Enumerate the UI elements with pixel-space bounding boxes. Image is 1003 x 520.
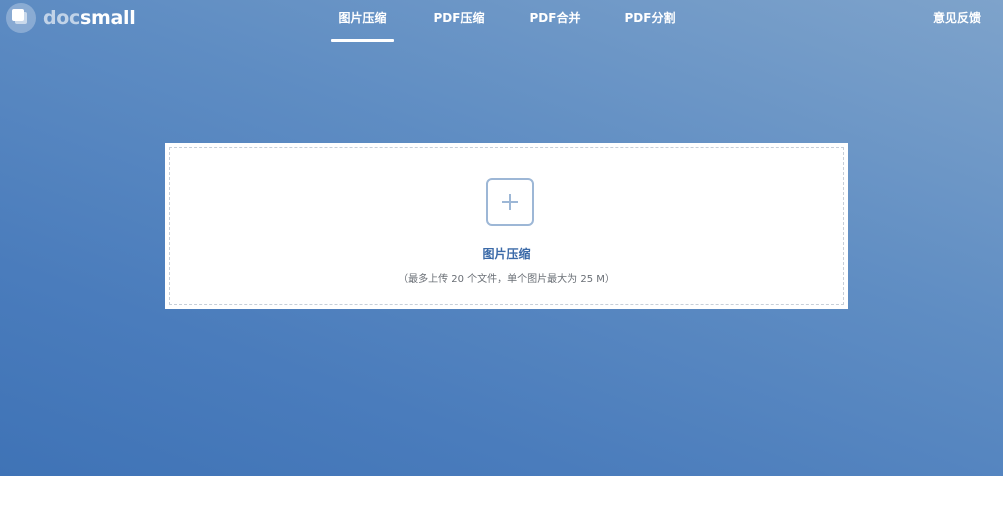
- tab-pdf-merge[interactable]: PDF合并: [526, 0, 584, 44]
- logo[interactable]: docsmall: [6, 3, 136, 33]
- tab-label: PDF压缩: [433, 11, 485, 25]
- plus-icon[interactable]: [486, 178, 534, 226]
- top-navigation-bar: docsmall 图片压缩 PDF压缩 PDF合并 PDF分割 意见反馈: [0, 0, 1003, 44]
- upload-title: 图片压缩: [482, 247, 531, 261]
- logo-text: docsmall: [43, 3, 136, 33]
- tab-label: PDF分割: [624, 11, 676, 25]
- logo-text-doc: doc: [43, 7, 81, 29]
- upload-hint: （最多上传 20 个文件，单个图片最大为 25 M）: [398, 274, 615, 285]
- active-tab-indicator: [331, 39, 394, 42]
- upload-card[interactable]: 图片压缩 （最多上传 20 个文件，单个图片最大为 25 M）: [165, 143, 848, 309]
- tab-label: 图片压缩: [338, 11, 387, 25]
- tab-image-compress[interactable]: 图片压缩: [331, 0, 394, 44]
- tab-label: PDF合并: [529, 11, 581, 25]
- upload-dropzone[interactable]: 图片压缩 （最多上传 20 个文件，单个图片最大为 25 M）: [169, 147, 844, 305]
- tab-pdf-compress[interactable]: PDF压缩: [430, 0, 488, 44]
- logo-text-small: small: [80, 7, 136, 29]
- logo-icon: [6, 3, 36, 33]
- tab-pdf-split[interactable]: PDF分割: [621, 0, 679, 44]
- feedback-link[interactable]: 意见反馈: [933, 0, 981, 36]
